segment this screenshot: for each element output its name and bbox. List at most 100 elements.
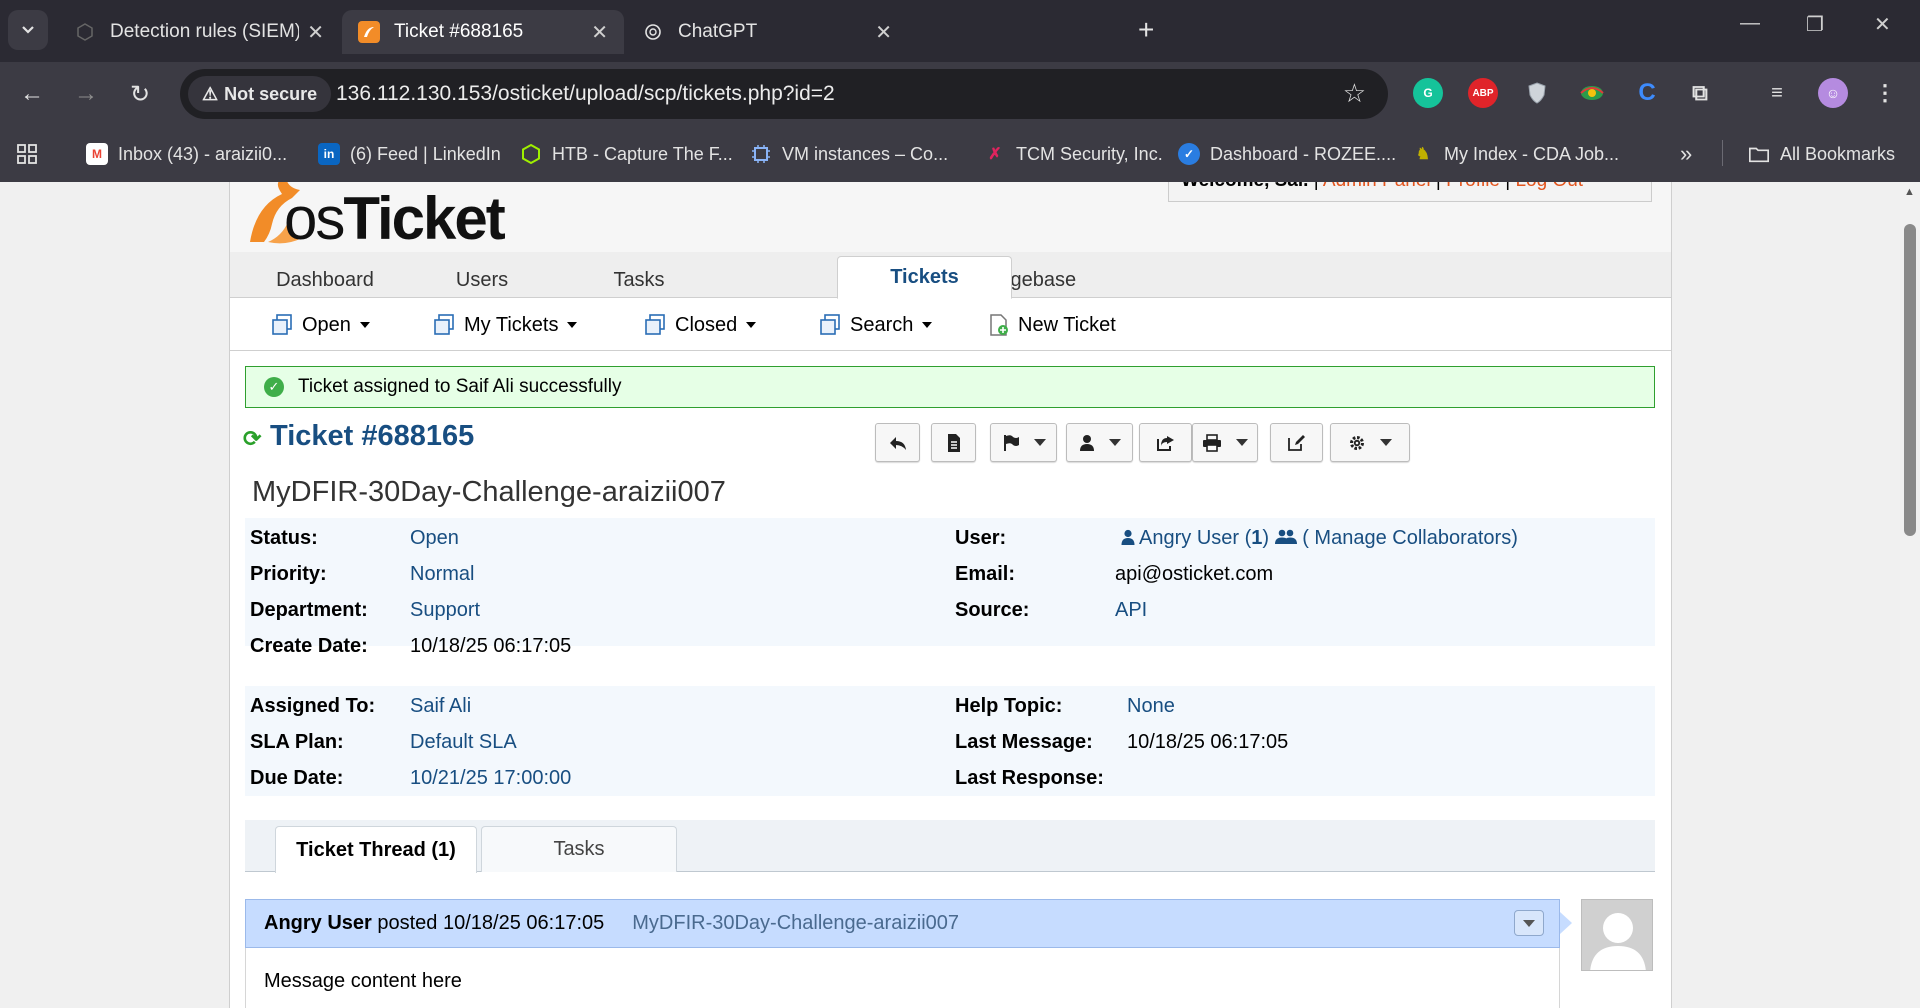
nav-tab-users[interactable]: Users [420,262,544,298]
my-tickets-menu[interactable]: My Tickets [432,311,578,339]
bookmarks-bar: M Inbox (43) - araizii0... in (6) Feed |… [0,126,1920,182]
bookmarks-overflow-icon[interactable]: » [1680,140,1692,168]
bookmark-linkedin[interactable]: in (6) Feed | LinkedIn [318,140,501,168]
user-ticket-count[interactable]: (1) [1245,527,1269,549]
close-tab-icon[interactable]: ✕ [591,20,608,45]
puzzle-icon[interactable]: ⧉ [1685,78,1715,108]
tab-search-button[interactable] [8,10,48,50]
status-value[interactable]: Open [410,527,459,549]
tab-tasks[interactable]: Tasks [481,826,677,872]
bookmark-cda[interactable]: ♞ My Index - CDA Job... [1412,140,1619,168]
bookmark-gmail[interactable]: M Inbox (43) - araizii0... [86,140,287,168]
back-icon[interactable]: ← [14,76,50,112]
page-scrollbar[interactable]: ▲ [1900,182,1920,1008]
bookmark-label: Inbox (43) - araizii0... [118,143,288,164]
scrollbar-thumb[interactable] [1904,224,1916,536]
url-text[interactable]: 136.112.130.153/osticket/upload/scp/tick… [336,82,835,106]
department-value[interactable]: Support [410,599,480,621]
welcome-text: Welcome, Sai. [1181,182,1308,191]
due-date-value[interactable]: 10/21/25 17:00:00 [410,767,571,789]
browser-tab-chatgpt[interactable]: ChatGPT ✕ [626,10,908,54]
browser-tab-ticket[interactable]: Ticket #688165 ✕ [342,10,624,54]
apps-grid-icon[interactable] [16,140,38,168]
chevron-down-icon [22,26,34,34]
assign-dropdown-button[interactable] [1066,423,1133,462]
nav-tab-dashboard[interactable]: Dashboard [230,262,420,298]
shield-extension-icon[interactable] [1522,78,1552,108]
grammarly-icon[interactable]: G [1413,78,1443,108]
overflow-label: » [1680,141,1693,166]
edit-button[interactable] [1270,423,1323,462]
settings-dropdown-button[interactable] [1330,423,1410,462]
priority-value[interactable]: Normal [410,563,474,585]
note-button[interactable] [931,423,976,462]
admin-panel-link[interactable]: Admin Panel [1323,182,1431,191]
flag-icon [1003,434,1019,451]
closed-tickets-menu[interactable]: Closed [643,311,757,339]
entry-pointer [1560,912,1572,934]
forward-icon[interactable]: → [68,76,104,112]
source-value[interactable]: API [1115,599,1147,621]
new-tab-icon[interactable]: + [1138,14,1154,46]
nav-tab-tickets[interactable]: Tickets [837,256,1012,299]
user-link[interactable]: Angry User [1139,527,1239,549]
caret-down-icon [359,322,370,328]
adblock-icon[interactable]: ABP [1468,78,1498,108]
colorful-extension-icon[interactable] [1577,78,1607,108]
close-tab-icon[interactable]: ✕ [875,20,892,45]
transfer-button[interactable] [1139,423,1192,462]
assigned-to-value[interactable]: Saif Ali [410,695,471,717]
c-extension-icon[interactable]: C [1632,78,1662,108]
close-tab-icon[interactable]: ✕ [307,20,324,45]
bookmarks-divider [1722,140,1723,166]
ticket-title[interactable]: Ticket #688165 [270,420,474,453]
last-response-row: Last Response: [955,767,1127,797]
reply-button[interactable] [875,423,920,462]
bookmark-rozee[interactable]: ✓ Dashboard - ROZEE.... [1178,140,1396,168]
security-chip[interactable]: ⚠ Not secure [188,76,332,112]
refresh-icon[interactable]: ⟳ [243,426,261,452]
print-dropdown-button[interactable] [1192,423,1258,462]
help-topic-value[interactable]: None [1127,695,1175,717]
flag-dropdown-button[interactable] [990,423,1057,462]
open-tickets-menu[interactable]: Open [270,311,370,339]
thread-entry-header: Angry User posted 10/18/25 06:17:05 MyDF… [245,899,1560,948]
logout-link[interactable]: Log Out [1515,182,1583,191]
profile-avatar[interactable]: ☺ [1818,78,1848,108]
browser-menu-icon[interactable]: ⋮ [1870,78,1900,108]
all-bookmarks[interactable]: All Bookmarks [1748,140,1895,168]
bookmark-htb[interactable]: HTB - Capture The F... [520,140,733,168]
close-window-icon[interactable]: ✕ [1874,12,1891,37]
gmail-icon: M [86,143,108,165]
bookmark-label: (6) Feed | LinkedIn [350,143,501,164]
priority-row: Priority: Normal [250,563,474,593]
manage-collaborators-link[interactable]: ( Manage Collaborators) [1302,527,1518,549]
folder-icon [1748,143,1770,165]
entry-title: MyDFIR-30Day-Challenge-araizii007 [632,912,960,934]
separator: | [1436,182,1441,191]
chatgpt-icon [642,21,664,43]
minimize-icon[interactable]: — [1740,12,1760,35]
bookmark-tcm[interactable]: ✗ TCM Security, Inc. [984,140,1162,168]
sla-plan-value[interactable]: Default SLA [410,731,517,753]
address-bar[interactable]: ⚠ Not secure 136.112.130.153/osticket/up… [180,69,1388,119]
profile-link[interactable]: Profile [1446,182,1500,191]
osticket-logo[interactable]: osTicket [242,182,542,252]
bookmark-vm-instances[interactable]: VM instances – Co... [750,140,948,168]
search-tickets-menu[interactable]: Search [818,311,933,339]
browser-toolbar: ← → ↻ ⚠ Not secure 136.112.130.153/ostic… [0,62,1920,126]
separator: | [1505,182,1510,191]
reload-icon[interactable]: ↻ [122,76,158,112]
restore-icon[interactable]: ❐ [1806,12,1824,37]
tab-ticket-thread[interactable]: Ticket Thread (1) [275,826,477,873]
caret-down-icon [1108,439,1121,446]
entry-actions-button[interactable] [1514,910,1544,936]
subnav-label: Closed [675,313,738,336]
nav-tab-tasks[interactable]: Tasks [544,262,734,298]
media-control-icon[interactable]: ≡ [1762,78,1792,108]
new-ticket-link[interactable]: New Ticket [988,311,1116,339]
bookmark-star-icon[interactable]: ☆ [1343,78,1366,109]
page-viewport: osTicket Welcome, Sai. | Admin Panel | P… [0,182,1900,1008]
scroll-up-icon[interactable]: ▲ [1904,186,1915,198]
browser-tab-kibana[interactable]: Detection rules (SIEM) - Kibana ✕ [58,10,340,54]
